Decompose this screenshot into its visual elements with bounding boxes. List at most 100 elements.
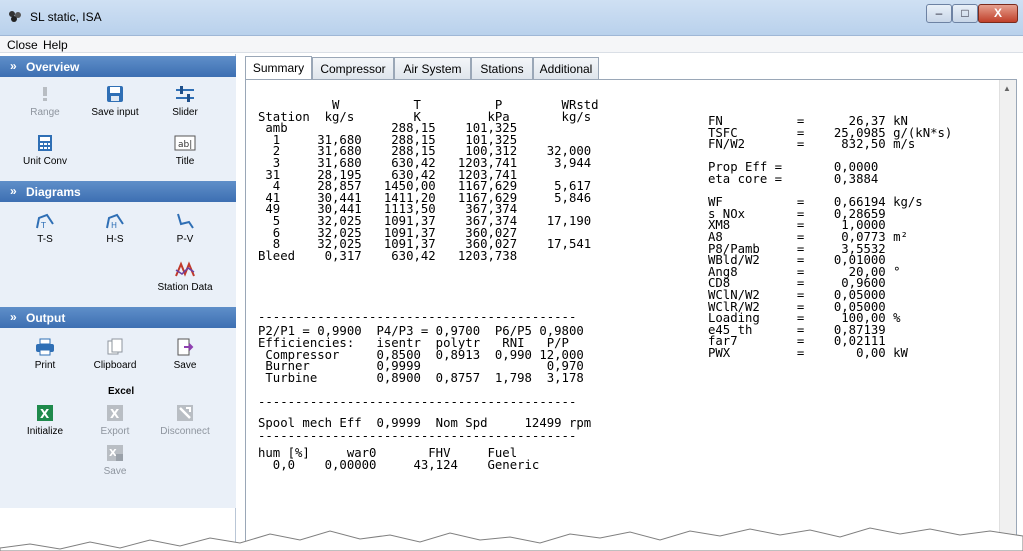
scroll-up-icon[interactable]: ▲ [1003,84,1011,93]
svg-text:X: X [110,407,120,421]
tab-compressor[interactable]: Compressor [312,57,394,79]
save-label: Save [173,360,197,371]
overview-section: Range Save input Slider Unit Conv ab| Ti… [0,77,236,181]
efficiencies-table: Efficiencies: isentr polytr RNI P/P Comp… [258,336,584,385]
maximize-icon: □ [961,6,969,20]
svg-text:T: T [40,221,46,230]
ts-diagram-button[interactable]: T T-S [10,212,80,260]
overview-title: Overview [26,60,80,74]
warning-icon [43,87,47,101]
diagrams-header[interactable]: » Diagrams [0,181,236,202]
print-button[interactable]: Print [10,338,80,386]
save-input-label: Save input [91,107,139,118]
range-button[interactable]: Range [10,85,80,133]
maximize-button[interactable]: □ [952,4,978,23]
window-title: SL static, ISA [30,10,102,24]
initialize-label: Initialize [26,426,64,437]
slider-button[interactable]: Slider [150,85,220,133]
station-data-icon [175,261,195,277]
range-label: Range [30,107,60,118]
initialize-button[interactable]: X Initialize [10,404,80,452]
title-bar: SL static, ISA – □ X [0,0,1023,36]
svg-text:X: X [109,448,117,459]
excel-save-button[interactable]: X Save [80,444,150,492]
station-data-label: Station Data [157,282,213,293]
clipboard-label: Clipboard [93,360,137,371]
floppy-disk-icon [107,86,123,102]
svg-text:H: H [111,221,117,230]
minimize-icon: – [935,6,943,20]
text-field-icon: ab| [174,135,196,151]
left-panel: » Overview Range Save input Slider Unit … [0,54,236,551]
unit-conv-label: Unit Conv [23,156,67,167]
svg-text:ab|: ab| [178,140,192,150]
collapse-chevron-icon: » [10,184,17,198]
save-button[interactable]: Save [150,338,220,386]
save-input-button[interactable]: Save input [80,85,150,133]
printer-icon [36,338,54,356]
output-section: Print Clipboard Save Excel X Initialize [0,328,236,508]
fuel-table: hum [%] war0 FHV Fuel 0,0 0,00000 43,124… [258,446,540,472]
pv-diagram-button[interactable]: P-V [150,212,220,260]
disconnect-button[interactable]: Disconnect [150,404,220,452]
menu-close[interactable]: Close [7,38,38,52]
separator-middle: ----------------------------------------… [258,395,577,409]
tab-additional-label: Additional [539,62,593,76]
summary-panel: W T P WRstd Station kg/s K kPa kg/s amb … [245,79,1017,551]
ts-label: T-S [37,234,53,245]
station-table: W T P WRstd Station kg/s K kPa kg/s amb … [258,98,599,263]
hs-label: H-S [106,234,124,245]
collapse-chevron-icon: » [10,59,17,73]
output-header[interactable]: » Output [0,307,236,328]
calculator-icon [38,135,52,151]
tab-additional[interactable]: Additional [533,57,599,79]
pv-diagram-icon [177,213,194,229]
diagrams-section: T T-S H H-S P-V Station Data [0,202,236,308]
collapse-chevron-icon: » [10,310,17,324]
hs-diagram-icon: H [106,213,124,230]
excel-icon: X [37,405,53,421]
hs-diagram-button[interactable]: H H-S [80,212,150,260]
spool-line: Spool mech Eff 0,9999 Nom Spd 12499 rpm [258,416,592,430]
tab-stations-label: Stations [480,62,524,76]
excel-save-label: Save [103,466,127,477]
ts-diagram-icon: T [36,213,54,230]
separator-bottom: ----------------------------------------… [258,429,577,443]
tab-air-system-label: Air System [403,62,462,76]
export-label: Export [100,426,130,437]
station-data-button[interactable]: Station Data [150,260,220,308]
torn-edge-decoration [0,527,1023,551]
slider-icon [176,86,194,102]
title-button[interactable]: ab| Title [150,134,220,182]
pv-label: P-V [176,234,194,245]
results-list: FN = 26,37 kN TSFC = 25,0985 g/(kN*s) FN… [708,114,953,360]
excel-disconnect-icon [177,405,193,421]
excel-group-label: Excel [108,386,135,397]
excel-save-icon: X [107,445,123,461]
separator-top: ----------------------------------------… [258,310,577,324]
app-icon [9,11,21,22]
diagrams-title: Diagrams [26,185,81,199]
clipboard-button[interactable]: Clipboard [80,338,150,386]
unit-conv-button[interactable]: Unit Conv [10,134,80,182]
overview-header[interactable]: » Overview [0,56,236,77]
output-title: Output [26,311,66,325]
menu-help[interactable]: Help [43,38,68,52]
title-label: Title [175,156,195,167]
tab-summary-label: Summary [252,61,305,75]
minimize-button[interactable]: – [926,4,952,23]
excel-export-icon: X [107,405,123,421]
menu-bar: Close Help [0,36,1023,53]
tab-summary[interactable]: Summary [245,56,312,80]
tab-compressor-label: Compressor [320,62,386,76]
svg-text:X: X [40,407,50,421]
slider-label: Slider [172,107,198,118]
tab-air-system[interactable]: Air System [394,57,471,79]
close-window-button[interactable]: X [978,4,1018,23]
clipboard-icon [107,338,123,355]
tab-stations[interactable]: Stations [471,57,533,79]
save-arrow-icon [177,338,194,356]
vertical-scrollbar[interactable]: ▲ [999,80,1016,550]
disconnect-label: Disconnect [160,426,210,437]
print-label: Print [34,360,56,371]
